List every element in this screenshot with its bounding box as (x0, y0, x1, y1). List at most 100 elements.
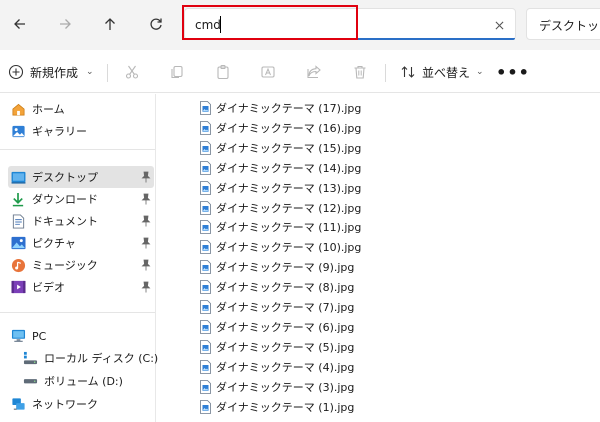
up-button[interactable] (97, 11, 123, 37)
sidebar-divider (0, 149, 155, 150)
copy-icon (171, 65, 183, 79)
forward-button[interactable] (52, 11, 78, 37)
file-item[interactable]: ダイナミックテーマ (16).jpg (200, 118, 361, 138)
pin-icon (141, 259, 151, 271)
sidebar-item-home[interactable]: ホーム (10, 98, 154, 120)
share-icon (307, 65, 321, 79)
share-button[interactable] (303, 61, 325, 83)
sort-button-label: 並べ替え (422, 65, 471, 80)
sidebar-item-local-disk-c[interactable]: ローカル ディスク (C:) (22, 347, 166, 369)
file-item[interactable]: ダイナミックテーマ (6).jpg (200, 317, 354, 337)
paste-icon (217, 64, 229, 80)
clear-address-button[interactable] (490, 16, 508, 34)
home-icon (10, 101, 26, 117)
image-file-icon (200, 121, 211, 135)
file-item[interactable]: ダイナミックテーマ (9).jpg (200, 257, 354, 277)
sidebar-item-label: PC (32, 329, 47, 343)
image-file-icon (200, 280, 211, 294)
file-name: ダイナミックテーマ (17).jpg (216, 102, 362, 115)
sidebar-item-label: デスクトップ (32, 171, 98, 184)
file-item[interactable]: ダイナミックテーマ (12).jpg (200, 198, 361, 218)
sidebar-item-label: ホーム (32, 103, 65, 116)
sort-button[interactable]: 並べ替え ⌄ (400, 61, 484, 83)
sidebar-item-pictures[interactable]: ピクチャ (10, 232, 154, 254)
file-name: ダイナミックテーマ (12).jpg (216, 202, 362, 215)
file-name: ダイナミックテーマ (4).jpg (216, 361, 355, 374)
image-file-icon (200, 201, 211, 215)
image-file-icon (200, 380, 211, 394)
image-file-icon (200, 141, 211, 155)
sidebar-item-label: ローカル ディスク (C:) (44, 352, 159, 365)
sidebar-item-desktop[interactable]: デスクトップ (8, 166, 154, 188)
sidebar-item-label: ボリューム (D:) (44, 375, 123, 388)
sidebar-item-videos[interactable]: ビデオ (10, 276, 154, 298)
sidebar-item-music[interactable]: ミュージック (10, 254, 154, 276)
gallery-icon (10, 123, 26, 139)
file-name: ダイナミックテーマ (3).jpg (216, 381, 355, 394)
chevron-down-icon: ⌄ (86, 67, 94, 77)
search-placeholder: デスクトップの (539, 19, 600, 33)
command-bar: 新規作成 ⌄ 並べ替え ⌄ ••• (0, 50, 600, 93)
sidebar-item-label: ピクチャ (32, 237, 76, 250)
image-file-icon (200, 360, 211, 374)
refresh-button[interactable] (143, 11, 169, 37)
file-item[interactable]: ダイナミックテーマ (7).jpg (200, 297, 354, 317)
sidebar-item-pc[interactable]: PC (10, 325, 154, 347)
file-item[interactable]: ダイナミックテーマ (8).jpg (200, 277, 354, 297)
paste-button[interactable] (212, 61, 234, 83)
plus-circle-icon (8, 64, 24, 80)
file-item[interactable]: ダイナミックテーマ (4).jpg (200, 357, 354, 377)
file-item[interactable]: ダイナミックテーマ (13).jpg (200, 178, 361, 198)
pin-icon (141, 237, 151, 249)
address-highlight-box (182, 5, 358, 40)
file-name: ダイナミックテーマ (11).jpg (216, 221, 362, 234)
arrow-left-icon (14, 19, 25, 29)
image-file-icon (200, 181, 211, 195)
file-name: ダイナミックテーマ (14).jpg (216, 162, 362, 175)
toolbar-divider (107, 64, 108, 82)
sidebar-item-label: ドキュメント (32, 215, 98, 228)
file-name: ダイナミックテーマ (9).jpg (216, 261, 355, 274)
toolbar-divider (385, 64, 386, 82)
navigation-pane: ホーム ギャラリー デスクトップ ダウンロード ドキュメント ピクチャ ミュージ… (0, 94, 158, 422)
documents-icon (10, 213, 26, 229)
file-item[interactable]: ダイナミックテーマ (11).jpg (200, 217, 361, 237)
sidebar-item-label: ミュージック (32, 259, 98, 272)
sidebar-item-label: ギャラリー (32, 125, 87, 138)
sidebar-item-gallery[interactable]: ギャラリー (10, 120, 154, 142)
more-options-button[interactable]: ••• (496, 61, 529, 83)
file-item[interactable]: ダイナミックテーマ (17).jpg (200, 98, 361, 118)
back-button[interactable] (7, 11, 33, 37)
pin-icon (141, 215, 151, 227)
rename-button[interactable] (257, 61, 279, 83)
cut-button[interactable] (121, 61, 143, 83)
pin-icon (141, 171, 151, 183)
search-box[interactable]: デスクトップの (526, 8, 600, 40)
navigation-bar: デスクトップの (0, 0, 600, 50)
sidebar-item-downloads[interactable]: ダウンロード (10, 188, 154, 210)
sidebar-item-documents[interactable]: ドキュメント (10, 210, 154, 232)
sidebar-item-volume-d[interactable]: ボリューム (D:) (22, 370, 166, 392)
arrow-up-icon (105, 18, 115, 30)
file-name: ダイナミックテーマ (1).jpg (216, 401, 355, 414)
file-item[interactable]: ダイナミックテーマ (14).jpg (200, 158, 361, 178)
image-file-icon (200, 101, 211, 115)
image-file-icon (200, 400, 211, 414)
file-item[interactable]: ダイナミックテーマ (3).jpg (200, 377, 354, 397)
copy-button[interactable] (166, 61, 188, 83)
sidebar-item-network[interactable]: ネットワーク (10, 393, 154, 415)
pin-icon (141, 193, 151, 205)
delete-icon (354, 65, 366, 79)
delete-button[interactable] (349, 61, 371, 83)
image-file-icon (200, 300, 211, 314)
file-item[interactable]: ダイナミックテーマ (10).jpg (200, 237, 361, 257)
file-item[interactable]: ダイナミックテーマ (15).jpg (200, 138, 361, 158)
file-item[interactable]: ダイナミックテーマ (5).jpg (200, 337, 354, 357)
download-icon (10, 191, 26, 207)
sidebar-item-label: ネットワーク (32, 398, 98, 411)
videos-icon (10, 279, 26, 295)
file-item[interactable]: ダイナミックテーマ (1).jpg (200, 397, 354, 417)
file-name: ダイナミックテーマ (13).jpg (216, 182, 362, 195)
new-button[interactable]: 新規作成 ⌄ (8, 61, 94, 83)
cut-icon (125, 65, 139, 79)
